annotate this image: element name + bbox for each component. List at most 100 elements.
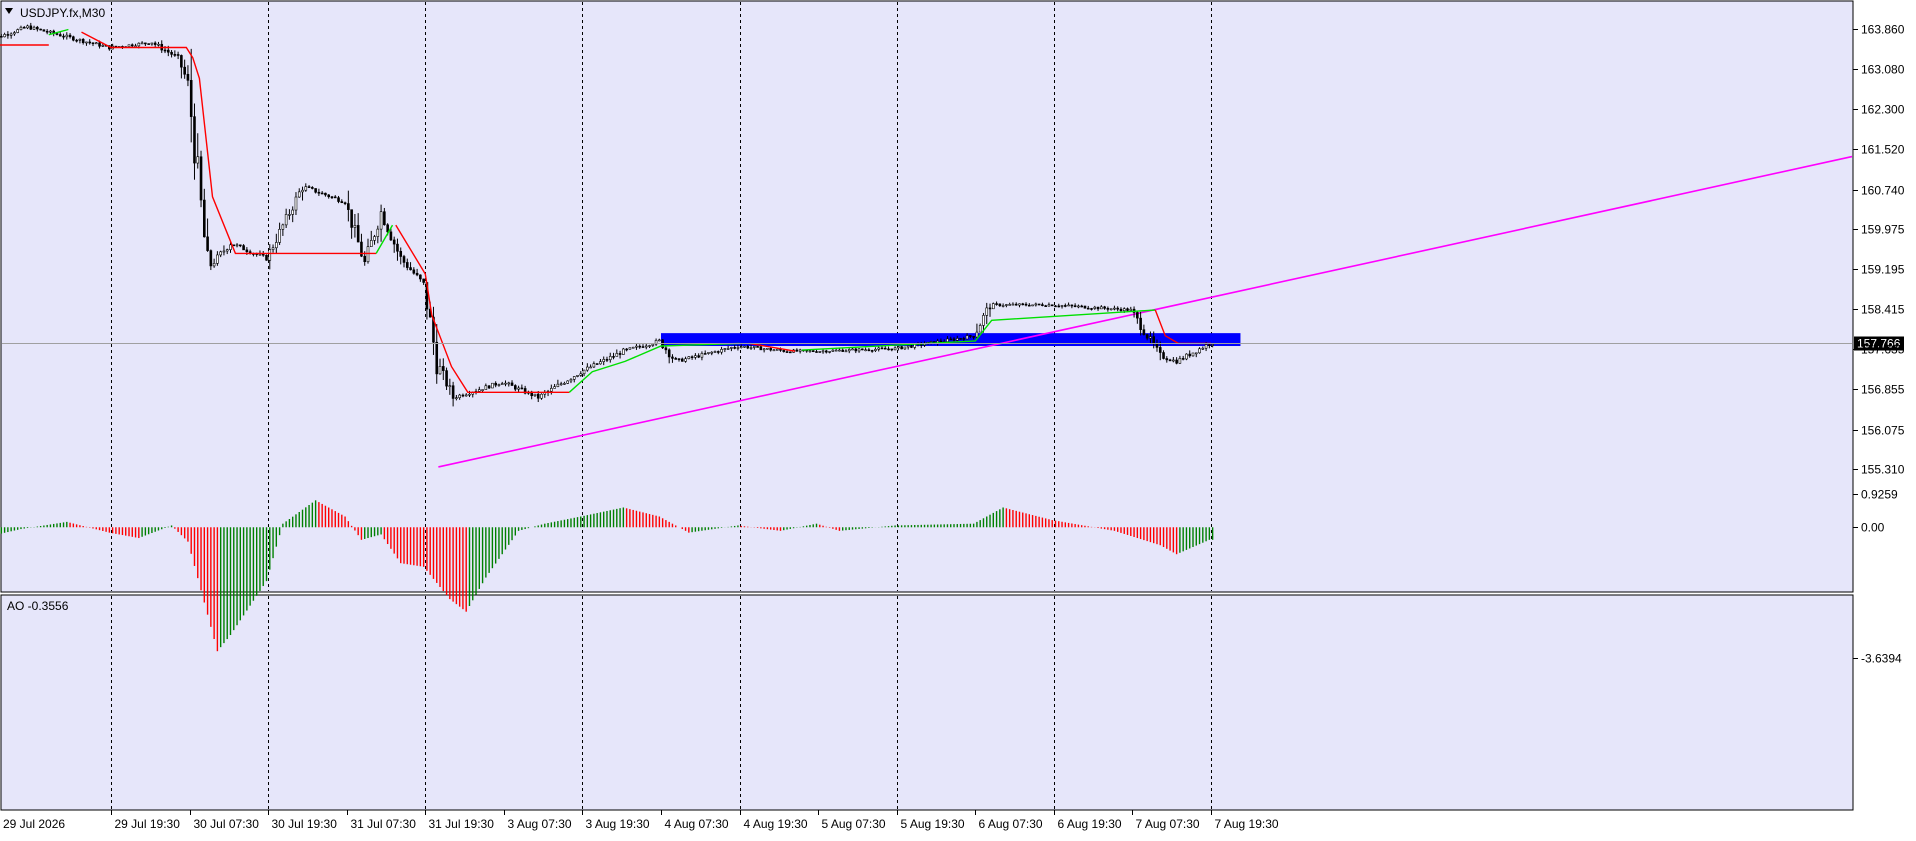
candle-body [153, 42, 157, 45]
candle-body [130, 44, 134, 47]
ao-pane-background[interactable] [0, 594, 1854, 811]
time-tick-label: 6 Aug 19:30 [1058, 817, 1122, 831]
candle-body [978, 325, 982, 333]
candle-body [877, 347, 881, 350]
candle-body [608, 356, 612, 361]
candle-body [1031, 304, 1034, 307]
candle-body [1155, 343, 1159, 348]
candle-body [320, 192, 324, 195]
candle-body [1001, 305, 1005, 307]
candle-body [864, 349, 867, 352]
candle-body [1103, 306, 1106, 309]
candle-body [127, 44, 131, 47]
candle-body [995, 303, 998, 305]
candle-body [769, 348, 772, 351]
candle-body [969, 335, 972, 337]
candle-body [618, 353, 622, 355]
candle-body [713, 351, 717, 353]
candle-body [448, 385, 452, 388]
candle-body [373, 236, 376, 241]
candle-body [1073, 305, 1077, 307]
candle-body [589, 366, 592, 369]
candle-body [333, 196, 337, 199]
candle-body [1011, 303, 1015, 306]
candle-body [1028, 304, 1031, 307]
candle-body [658, 339, 661, 342]
candle-body [219, 251, 222, 256]
candle-body [402, 256, 406, 263]
candle-body [671, 356, 674, 359]
candle-body [1109, 308, 1113, 311]
candle-body [789, 351, 792, 354]
candle-body [144, 42, 147, 45]
candle-body [1014, 303, 1018, 306]
candle-body [458, 394, 461, 398]
candle-body [723, 348, 727, 350]
time-tick-label: 7 Aug 19:30 [1215, 817, 1279, 831]
candle-body [687, 356, 691, 360]
candle-body [638, 345, 642, 348]
candle-body [1122, 308, 1126, 312]
candle-body [199, 156, 203, 201]
candle-body [1162, 352, 1165, 359]
candle-body [1100, 306, 1103, 310]
candle-body [795, 349, 799, 352]
candle-body [1175, 359, 1178, 364]
candle-body [494, 382, 497, 386]
candle-body [1060, 305, 1064, 307]
candle-body [81, 38, 85, 43]
time-tick-label: 7 Aug 07:30 [1136, 817, 1200, 831]
candle-body [733, 347, 736, 349]
candle-body [180, 55, 183, 68]
candle-body [1024, 303, 1028, 306]
candle-body [363, 255, 367, 263]
candle-body [78, 38, 82, 41]
candle-body [438, 366, 442, 375]
candle-body [680, 358, 684, 362]
candle-body [140, 42, 144, 45]
price-pane-background[interactable] [0, 0, 1854, 593]
candle-body [314, 188, 317, 193]
candle-body [455, 397, 458, 399]
candle-body [45, 30, 49, 33]
candle-body [258, 253, 262, 256]
candle-body [1106, 308, 1110, 310]
candle-body [847, 349, 851, 352]
candle-body [808, 350, 812, 352]
candle-body [1185, 353, 1188, 360]
candle-body [955, 338, 959, 341]
candle-body [959, 338, 962, 340]
candle-body [825, 350, 828, 353]
candle-body [874, 348, 877, 351]
candle-body [559, 383, 563, 386]
candle-body [1047, 304, 1051, 307]
price-tick-label: 162.300 [1861, 103, 1905, 117]
candle-body [1191, 352, 1195, 357]
candle-body [412, 269, 416, 274]
candle-body [1158, 347, 1162, 353]
candle-body [1208, 344, 1211, 346]
ao-tick-label: 0.9259 [1861, 488, 1898, 502]
candle-body [389, 231, 393, 241]
candle-body [1126, 308, 1129, 311]
candle-body [664, 347, 668, 351]
candle-body [242, 245, 245, 251]
chart-svg[interactable]: 157.766 163.860163.080162.300161.520160.… [0, 0, 1916, 836]
candle-body [854, 348, 858, 352]
candle-body [667, 349, 671, 358]
candle-body [327, 194, 331, 198]
candle-body [775, 349, 779, 351]
time-tick-label: 6 Aug 07:30 [979, 817, 1043, 831]
candle-body [975, 331, 979, 338]
candle-body [386, 224, 389, 233]
candle-body [356, 225, 360, 243]
chart-window[interactable]: 157.766 163.860 163.080 162.300 161.520 160.… [0, 0, 1916, 836]
candle-body [730, 347, 733, 349]
candle-body [157, 43, 160, 46]
candle-body [582, 369, 586, 375]
candle-body [703, 353, 707, 355]
candle-body [1067, 304, 1070, 307]
candle-body [952, 338, 956, 341]
candle-body [998, 303, 1002, 307]
candle-body [337, 197, 340, 202]
